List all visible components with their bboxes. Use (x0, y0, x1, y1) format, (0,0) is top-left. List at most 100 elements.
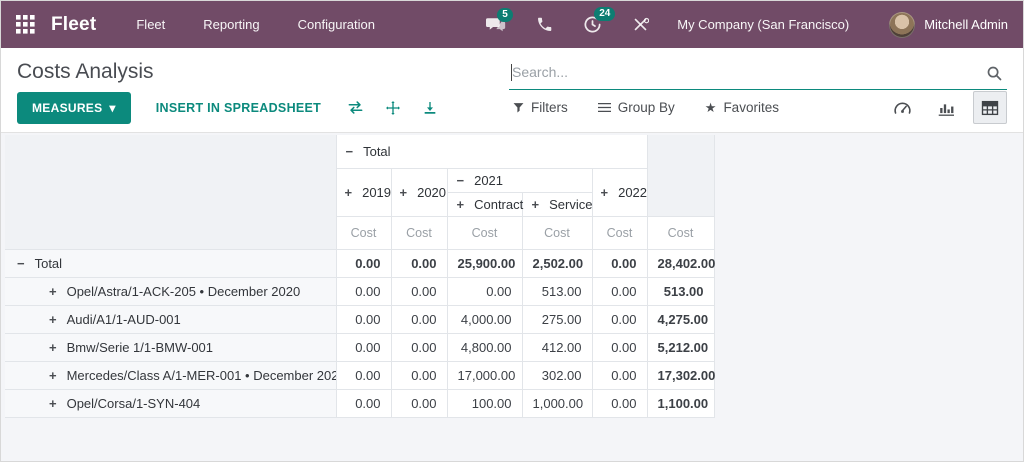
pivot-cell: 0.00 (591, 360, 648, 390)
user-menu[interactable]: Mitchell Admin (889, 11, 1008, 38)
pivot-cell: 513.00 (646, 276, 715, 306)
col-header-2022[interactable]: +2022 (591, 167, 648, 217)
systray: 5 24 (486, 7, 650, 34)
pivot-cell: 275.00 (521, 304, 593, 334)
nav-menu-reporting[interactable]: Reporting (203, 17, 259, 32)
pivot-cell: 1,000.00 (521, 388, 593, 418)
content-area: − Total +2019 +2020 −2021 +2022 + Contra… (1, 133, 1023, 461)
col-header-service[interactable]: + Service (521, 191, 593, 217)
top-navbar: Fleet Fleet Reporting Configuration 5 24… (1, 1, 1023, 48)
pivot-cell: 17,000.00 (446, 360, 523, 390)
apps-menu-button[interactable] (16, 15, 35, 34)
favorites-button[interactable]: ★ Favorites (705, 100, 779, 116)
caret-down-icon: ▾ (109, 100, 116, 115)
dashboard-view-button[interactable] (885, 91, 919, 124)
download-icon[interactable] (422, 100, 438, 116)
search-bar[interactable] (509, 60, 1007, 90)
row-header-total[interactable]: − Total (5, 248, 337, 278)
col-header-grand-total (646, 135, 715, 217)
measure-header[interactable]: Cost (521, 215, 593, 250)
app-window: Fleet Fleet Reporting Configuration 5 24… (0, 0, 1024, 462)
nav-menu-fleet[interactable]: Fleet (136, 17, 165, 32)
pivot-cell: 4,275.00 (646, 304, 715, 334)
pivot-row: + Opel/Corsa/1-SYN-404 0.00 0.00 100.00 1… (5, 388, 715, 418)
nav-menu-configuration[interactable]: Configuration (298, 17, 375, 32)
row-header-vehicle[interactable]: + Bmw/Serie 1/1-BMW-001 (5, 332, 337, 362)
pivot-cell: 100.00 (446, 388, 523, 418)
pivot-cell: 0.00 (390, 360, 448, 390)
messages-button[interactable]: 5 (486, 8, 513, 33)
col-header-total[interactable]: − Total (335, 135, 648, 169)
measure-header[interactable]: Cost (646, 215, 715, 250)
collapse-icon: − (456, 172, 465, 188)
pivot-table: − Total +2019 +2020 −2021 +2022 + Contra… (5, 135, 715, 418)
filters-button[interactable]: Filters (513, 100, 568, 115)
expand-icon: + (49, 283, 57, 299)
pivot-cell: 0.00 (591, 304, 648, 334)
search-input[interactable] (512, 64, 979, 80)
pivot-cell: 0.00 (335, 248, 392, 278)
expand-icon: + (49, 395, 57, 411)
pivot-cell: 0.00 (390, 388, 448, 418)
phone-icon (536, 16, 553, 33)
search-icon[interactable] (986, 65, 1003, 82)
row-header-vehicle[interactable]: + Audi/A1/1-AUD-001 (5, 304, 337, 334)
pivot-cell: 513.00 (521, 276, 593, 306)
pivot-cell: 0.00 (390, 304, 448, 334)
pivot-cell: 4,000.00 (446, 304, 523, 334)
col-header-2021[interactable]: −2021 (446, 167, 593, 193)
insert-in-spreadsheet-button[interactable]: INSERT IN SPREADSHEET (156, 101, 321, 115)
wrench-screwdriver-icon (632, 16, 650, 33)
flip-axes-icon[interactable] (347, 100, 364, 115)
page-title: Costs Analysis (17, 60, 154, 83)
pivot-view-button[interactable] (973, 91, 1007, 124)
pivot-cell: 1,100.00 (646, 388, 715, 418)
expand-icon: + (49, 339, 57, 355)
row-header-vehicle[interactable]: + Opel/Corsa/1-SYN-404 (5, 388, 337, 418)
tools-button[interactable] (632, 16, 650, 33)
col-header-contract[interactable]: + Contract (447, 191, 523, 217)
collapse-icon: − (345, 143, 354, 159)
measure-header[interactable]: Cost (446, 215, 523, 250)
group-by-button[interactable]: Group By (597, 100, 675, 115)
measure-header[interactable]: Cost (591, 215, 648, 250)
activities-button[interactable]: 24 (583, 7, 616, 34)
text-caret (511, 64, 512, 81)
pivot-cell: 412.00 (521, 332, 593, 362)
col-header-2020[interactable]: +2020 (390, 167, 448, 217)
pivot-cell: 0.00 (446, 276, 523, 306)
row-header-vehicle[interactable]: + Mercedes/Class A/1-MER-001 • December 2… (5, 360, 337, 390)
measures-button[interactable]: MEASURES ▾ (17, 91, 131, 124)
pivot-row: + Opel/Astra/1-ACK-205 • December 2020 0.… (5, 276, 715, 306)
col-header-2019[interactable]: +2019 (336, 167, 392, 217)
voip-button[interactable] (536, 16, 553, 33)
chart-view-button[interactable] (929, 91, 963, 124)
pivot-row: + Bmw/Serie 1/1-BMW-001 0.00 0.00 4,800.0… (5, 332, 715, 362)
row-header-vehicle[interactable]: + Opel/Astra/1-ACK-205 • December 2020 (5, 276, 337, 306)
app-brand-title[interactable]: Fleet (51, 14, 96, 36)
messages-badge: 5 (497, 8, 513, 22)
expand-icon: + (456, 196, 465, 212)
nav-menu: Fleet Reporting Configuration (136, 17, 375, 32)
expand-icon: + (600, 184, 609, 200)
pivot-cell: 0.00 (335, 276, 392, 306)
expand-all-icon[interactable] (385, 100, 401, 116)
pivot-cell: 0.00 (591, 248, 648, 278)
expand-icon: + (344, 184, 353, 200)
pivot-cell: 0.00 (390, 332, 448, 362)
tachometer-icon (893, 100, 912, 115)
pivot-row-total: − Total 0.00 0.00 25,900.00 2,502.00 0.00… (5, 248, 715, 278)
group-by-lines-icon (597, 102, 611, 113)
control-panel: Costs Analysis MEASURES ▾ INSERT IN SPRE… (1, 48, 1023, 133)
collapse-icon: − (17, 255, 25, 271)
pivot-cell: 25,900.00 (446, 248, 523, 278)
expand-icon: + (399, 184, 408, 200)
table-grid-icon (981, 100, 999, 116)
measure-header[interactable]: Cost (390, 215, 448, 250)
bar-chart-icon (937, 100, 955, 116)
pivot-cell: 0.00 (591, 332, 648, 362)
expand-icon: + (49, 367, 57, 383)
pivot-cell: 0.00 (335, 304, 392, 334)
company-switcher[interactable]: My Company (San Francisco) (677, 17, 849, 32)
measure-header[interactable]: Cost (336, 215, 392, 250)
